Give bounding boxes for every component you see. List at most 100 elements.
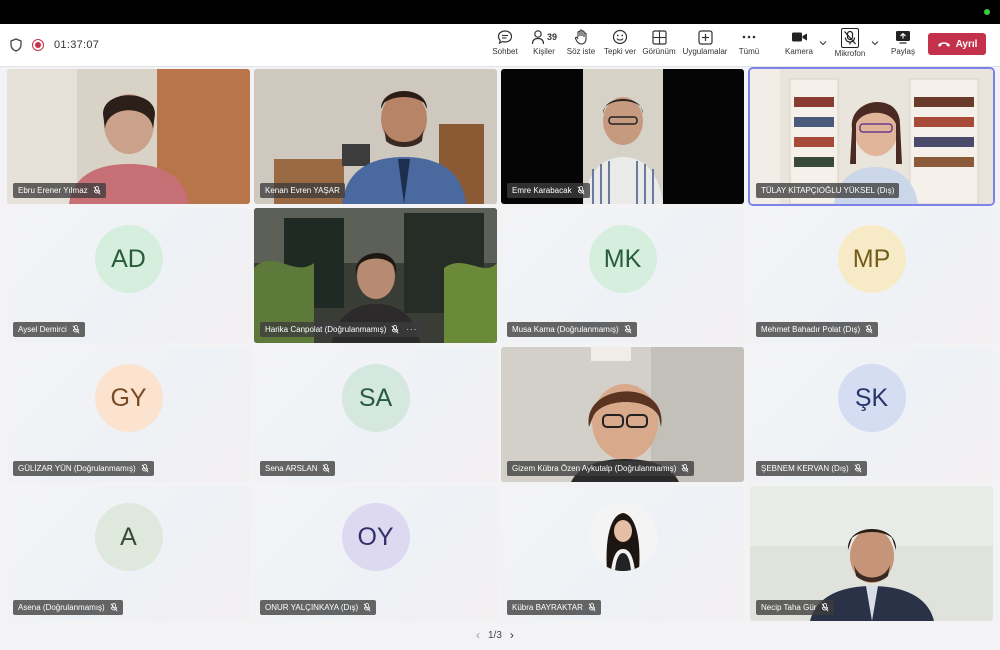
participant-tile[interactable]: Ebru Erener Yılmaz <box>7 69 250 204</box>
participant-tile[interactable]: Harika Canpolat (Doğrulanmamış) ··· <box>254 208 497 343</box>
mic-options-chevron-icon[interactable] <box>870 38 880 48</box>
avatar-initials: A <box>120 522 137 551</box>
people-count: 39 <box>546 32 557 42</box>
participant-name: Gizem Kübra Özen Aykutalp (Doğrulanmamış… <box>512 464 677 473</box>
mic-muted-icon <box>681 464 689 473</box>
avatar-initials: GY <box>110 383 147 412</box>
react-label: Tepki ver <box>603 47 636 56</box>
participant-name: Aysel Demirci <box>18 325 67 334</box>
participant-name: Emre Karabacak <box>512 186 572 195</box>
participant-tile[interactable]: Kübra BAYRAKTAR <box>501 486 744 621</box>
participant-avatar: A <box>94 503 163 572</box>
next-page-chevron-icon[interactable]: › <box>510 628 514 642</box>
raise-hand-button[interactable]: Söz iste <box>566 28 596 62</box>
react-button[interactable]: Tepki ver <box>603 28 637 62</box>
chat-label: Sohbet <box>492 47 518 56</box>
people-label: Kişiler <box>533 47 555 56</box>
participant-name-tag: Emre Karabacak <box>507 183 590 198</box>
participant-photo-avatar <box>588 503 657 572</box>
participant-tile[interactable]: OY ONUR YALÇINKAYA (Dış) <box>254 486 497 621</box>
camera-label: Kamera <box>784 47 813 56</box>
profile-photo <box>588 503 657 572</box>
hang-up-icon <box>937 42 950 47</box>
people-button[interactable]: 39 Kişiler <box>529 28 559 62</box>
participant-name: ŞEBNEM KERVAN (Dış) <box>761 464 849 473</box>
participant-tile[interactable]: A Asena (Doğrulanmamış) <box>7 486 250 621</box>
participant-name: Necip Taha Gür <box>761 603 817 612</box>
smiley-icon <box>612 28 628 46</box>
participant-name: ONUR YALÇINKAYA (Dış) <box>265 603 359 612</box>
leave-button[interactable]: Ayrıl <box>928 33 986 55</box>
mic-muted-icon <box>141 464 149 473</box>
participant-avatar: SA <box>341 364 410 433</box>
participant-avatar: MK <box>588 225 657 294</box>
participant-tile[interactable]: AD Aysel Demirci <box>7 208 250 343</box>
participant-tile[interactable]: Kenan Evren YAŞAR <box>254 69 497 204</box>
participant-name-tag: Gizem Kübra Özen Aykutalp (Doğrulanmamış… <box>507 461 695 476</box>
avatar-initials: OY <box>357 522 394 551</box>
participant-tile[interactable]: Gizem Kübra Özen Aykutalp (Doğrulanmamış… <box>501 347 744 482</box>
participant-name-tag: Mehmet Bahadır Polat (Dış) <box>756 322 879 337</box>
mic-muted-icon <box>854 464 862 473</box>
mic-muted-icon <box>624 325 632 334</box>
mic-muted-icon <box>93 186 101 195</box>
participant-name: Kübra BAYRAKTAR <box>512 603 583 612</box>
participant-avatar: MP <box>837 225 906 294</box>
view-button[interactable]: Görünüm <box>641 28 677 62</box>
system-status-bar <box>0 0 1000 24</box>
meeting-timer: 01:37:07 <box>54 39 100 51</box>
participant-name-tag: GÜLİZAR YÜN (Doğrulanmamış) <box>13 461 154 476</box>
more-label: Tümü <box>738 47 760 56</box>
mic-muted-icon <box>391 325 399 334</box>
camera-icon <box>791 28 808 46</box>
chat-button[interactable]: Sohbet <box>491 28 519 62</box>
participant-tile[interactable]: MK Musa Kama (Doğrulanmamış) <box>501 208 744 343</box>
mic-muted-icon <box>72 325 80 334</box>
share-screen-icon <box>895 28 911 46</box>
more-options-icon[interactable]: ··· <box>406 322 417 337</box>
microphone-label: Mikrofon <box>834 49 866 58</box>
participant-name-tag: ONUR YALÇINKAYA (Dış) <box>260 600 377 615</box>
participant-name-tag: Necip Taha Gür <box>756 600 835 615</box>
mic-muted-icon <box>821 603 829 612</box>
participant-avatar: GY <box>94 364 163 433</box>
camera-indicator-dot <box>984 9 990 15</box>
hand-icon <box>574 28 588 46</box>
participant-tile[interactable]: GY GÜLİZAR YÜN (Doğrulanmamış) <box>7 347 250 482</box>
participant-tile[interactable]: Emre Karabacak <box>501 69 744 204</box>
pagination: ‹ 1/3 › <box>476 628 514 642</box>
camera-options-chevron-icon[interactable] <box>818 38 828 48</box>
microphone-button[interactable]: Mikrofon <box>833 28 867 62</box>
participant-name: Mehmet Bahadır Polat (Dış) <box>761 325 861 334</box>
mic-muted-icon <box>588 603 596 612</box>
apps-button[interactable]: Uygulamalar <box>681 28 729 62</box>
participant-name: GÜLİZAR YÜN (Doğrulanmamış) <box>18 464 136 473</box>
participant-tile[interactable]: SA Sena ARSLAN <box>254 347 497 482</box>
participant-tile[interactable]: Necip Taha Gür <box>750 486 993 621</box>
participant-name: Harika Canpolat (Doğrulanmamış) <box>265 325 387 334</box>
mic-muted-icon <box>865 325 873 334</box>
participant-name: Ebru Erener Yılmaz <box>18 186 88 195</box>
participant-tile-active-speaker[interactable]: TÜLAY KİTAPÇIOĞLU YÜKSEL (Dış) <box>750 69 993 204</box>
previous-page-chevron-icon[interactable]: ‹ <box>476 628 480 642</box>
participant-name-tag: Kenan Evren YAŞAR <box>260 183 345 198</box>
participant-tile[interactable]: ŞK ŞEBNEM KERVAN (Dış) <box>750 347 993 482</box>
participant-name: Kenan Evren YAŞAR <box>265 186 340 195</box>
avatar-initials: ŞK <box>854 383 889 412</box>
raise-hand-label: Söz iste <box>566 47 596 56</box>
participant-name-tag: TÜLAY KİTAPÇIOĞLU YÜKSEL (Dış) <box>756 183 900 198</box>
mic-muted-icon <box>363 603 371 612</box>
participant-name-tag: Asena (Doğrulanmamış) <box>13 600 123 615</box>
more-button[interactable]: Tümü <box>737 28 761 62</box>
share-label: Paylaş <box>890 47 915 56</box>
meeting-toolbar: 01:37:07 Sohbet 39 Kişiler Söz iste Tepk… <box>0 24 1000 67</box>
chat-icon <box>497 28 513 46</box>
participant-name-tag: Harika Canpolat (Doğrulanmamış) ··· <box>260 322 423 337</box>
view-label: Görünüm <box>642 47 676 56</box>
meeting-info: 01:37:07 <box>10 24 99 66</box>
shield-icon <box>10 38 22 52</box>
avatar-initials: MP <box>852 244 891 273</box>
camera-button[interactable]: Kamera <box>783 28 815 62</box>
participant-tile[interactable]: MP Mehmet Bahadır Polat (Dış) <box>750 208 993 343</box>
share-button[interactable]: Paylaş <box>888 28 918 62</box>
